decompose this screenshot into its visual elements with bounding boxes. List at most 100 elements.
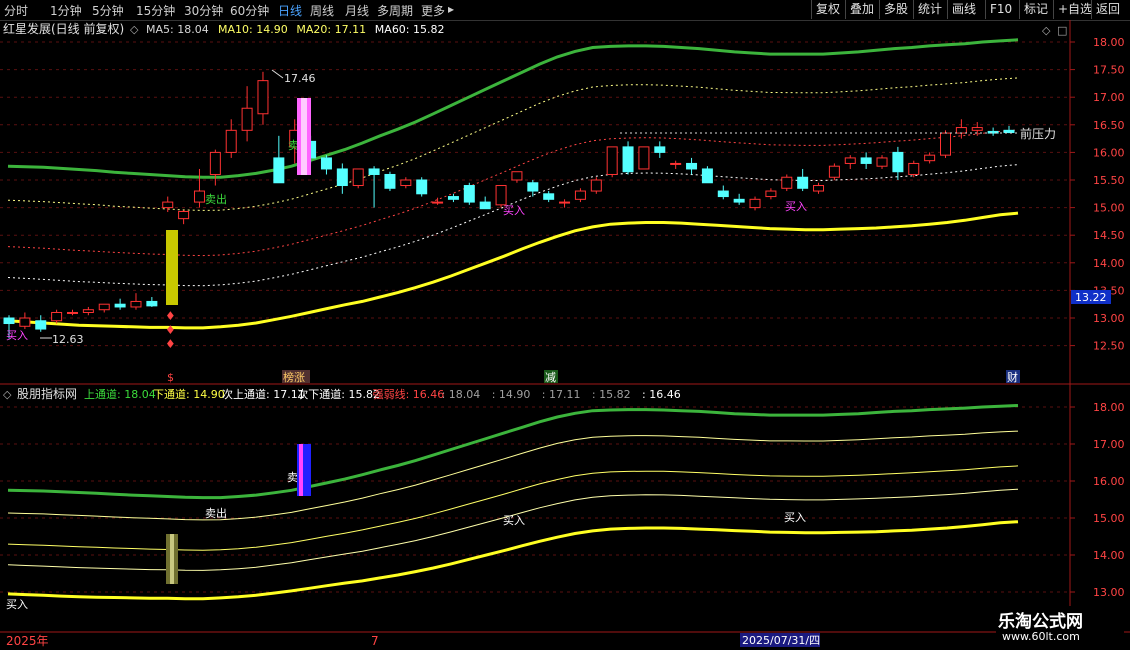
- buy-signal-2: 买入: [503, 204, 525, 217]
- price-tick: 15.50: [1093, 174, 1125, 187]
- ma-legend-item: MA5: 18.04: [146, 23, 209, 36]
- candle-body: [828, 165, 840, 178]
- price-tick: 16.50: [1093, 119, 1125, 132]
- indicator-value: 下通道: 14.90: [153, 387, 225, 401]
- candle-body: [590, 179, 602, 192]
- candle-body: [257, 80, 269, 115]
- candle-body: [162, 201, 174, 209]
- candle-body: [701, 168, 713, 184]
- event-marker-dollar[interactable]: $: [167, 371, 174, 384]
- period-tab-5[interactable]: 60分钟: [230, 2, 269, 19]
- candle-body: [527, 182, 539, 192]
- candle-body: [1003, 129, 1015, 134]
- event-marker-bang[interactable]: 榜涨: [283, 370, 305, 384]
- candle-body: [3, 317, 15, 325]
- period-tab-8[interactable]: 月线: [345, 2, 369, 19]
- candle-body: [844, 157, 856, 164]
- high-pointer: [271, 69, 284, 79]
- toolbar-button-3[interactable]: 统计: [913, 0, 946, 19]
- candle-body: [876, 157, 888, 167]
- ma-legend-item: MA60: 15.82: [375, 23, 445, 36]
- indicator-value: 次上通道: 17.11: [222, 387, 305, 401]
- indicator-value: : 17.11: [542, 388, 581, 401]
- candle-body: [432, 201, 444, 204]
- candle-body: [511, 171, 523, 181]
- candle-body: [320, 157, 332, 170]
- ind-buy-signal-2: 买入: [503, 514, 525, 527]
- toolbar-button-8[interactable]: 返回: [1091, 0, 1124, 19]
- candle-body: [622, 146, 634, 173]
- candle-body: [209, 151, 221, 175]
- more-arrow-icon[interactable]: ▸: [448, 2, 454, 16]
- indicator-legend: 上通道: 18.04下通道: 14.90次上通道: 17.11次下通道: 15.…: [84, 387, 681, 401]
- indicator-value: : 18.04: [442, 388, 481, 401]
- candle-body: [955, 127, 967, 134]
- toolbar-button-6[interactable]: 标记: [1019, 0, 1052, 19]
- toolbar-button-1[interactable]: 叠加: [845, 0, 878, 19]
- indicator-value: : 14.90: [492, 388, 531, 401]
- diamond-marker: ♦: [165, 337, 176, 351]
- diamond-icon[interactable]: ◇: [1042, 24, 1051, 37]
- indicator-tick: 16.00: [1093, 475, 1125, 488]
- period-tab-2[interactable]: 5分钟: [92, 2, 124, 19]
- candle-body: [940, 132, 952, 156]
- candle-body: [19, 317, 31, 327]
- sub-lower-channel: [7, 488, 1019, 571]
- price-tick: 17.50: [1093, 64, 1125, 77]
- toolbar-button-0[interactable]: 复权: [811, 0, 844, 19]
- sub-upper-thick: [7, 404, 1019, 500]
- candle-body: [130, 300, 142, 308]
- period-tab-10[interactable]: 更多: [421, 2, 445, 19]
- price-tick: 12.50: [1093, 340, 1125, 353]
- lower-channel-line: [7, 211, 1019, 330]
- period-tab-1[interactable]: 1分钟: [50, 2, 82, 19]
- period-tab-9[interactable]: 多周期: [377, 2, 413, 19]
- toolbar-button-4[interactable]: 画线: [947, 0, 980, 19]
- toolbar-button-2[interactable]: 多股: [879, 0, 912, 19]
- toolbar-button-7[interactable]: +自选: [1053, 0, 1096, 19]
- candle-body: [781, 176, 793, 189]
- indicator-tick: 15.00: [1093, 512, 1125, 525]
- strength-dashed-line: [7, 129, 1019, 257]
- indicator-settings-icon[interactable]: ◇: [3, 388, 12, 401]
- candle-body: [400, 179, 412, 187]
- toolbar-button-5[interactable]: F10: [985, 0, 1016, 19]
- candle-body: [749, 198, 761, 209]
- main-overlays: [7, 38, 1019, 330]
- cursor-date: 2025/07/31/四: [742, 634, 820, 647]
- price-tick: 14.50: [1093, 229, 1125, 242]
- period-tab-6[interactable]: 日线: [278, 2, 302, 19]
- candle-body: [670, 162, 682, 165]
- period-tab-4[interactable]: 30分钟: [184, 2, 223, 19]
- price-axis: 18.00 17.50 17.00 16.50 16.00 15.50 15.00 14.50…: [1070, 36, 1125, 353]
- candle-body: [66, 311, 78, 314]
- indicator-tick: 17.00: [1093, 438, 1125, 451]
- candle-body: [606, 146, 618, 175]
- candle-body: [813, 185, 825, 192]
- high-label: 17.46: [284, 72, 316, 85]
- buy-signal-1: 买入: [6, 329, 28, 342]
- event-marker-finance[interactable]: 财: [1007, 370, 1018, 384]
- event-marker-reduce[interactable]: 减: [545, 371, 556, 384]
- candle-body: [574, 190, 586, 200]
- square-icon[interactable]: □: [1057, 24, 1067, 37]
- candle-body: [543, 193, 555, 200]
- period-tab-0[interactable]: 分时: [4, 2, 28, 19]
- indicator-value: : 15.82: [592, 388, 631, 401]
- candle-body: [146, 300, 158, 307]
- candle-body: [638, 146, 650, 170]
- period-tab-3[interactable]: 15分钟: [136, 2, 175, 19]
- kline-chart[interactable]: 18.00 17.50 17.00 16.50 16.00 15.50 15.00 14.50…: [0, 20, 1130, 650]
- ma-legend: MA5: 18.04 MA10: 14.90 MA20: 17.11 MA60: 15…: [146, 23, 445, 36]
- period-tab-7[interactable]: 周线: [310, 2, 334, 19]
- price-tick: 15.00: [1093, 202, 1125, 215]
- price-tick: 18.00: [1093, 36, 1125, 49]
- candle-body: [717, 190, 729, 198]
- candle-body: [416, 179, 428, 195]
- candle-body: [193, 190, 205, 203]
- settings-icon[interactable]: ◇: [130, 23, 139, 36]
- candle-body: [35, 320, 47, 330]
- watermark-title: 乐淘公式网: [998, 612, 1083, 632]
- indicator-tick: 14.00: [1093, 549, 1125, 562]
- watermark-url: www.60lt.com: [1002, 630, 1080, 643]
